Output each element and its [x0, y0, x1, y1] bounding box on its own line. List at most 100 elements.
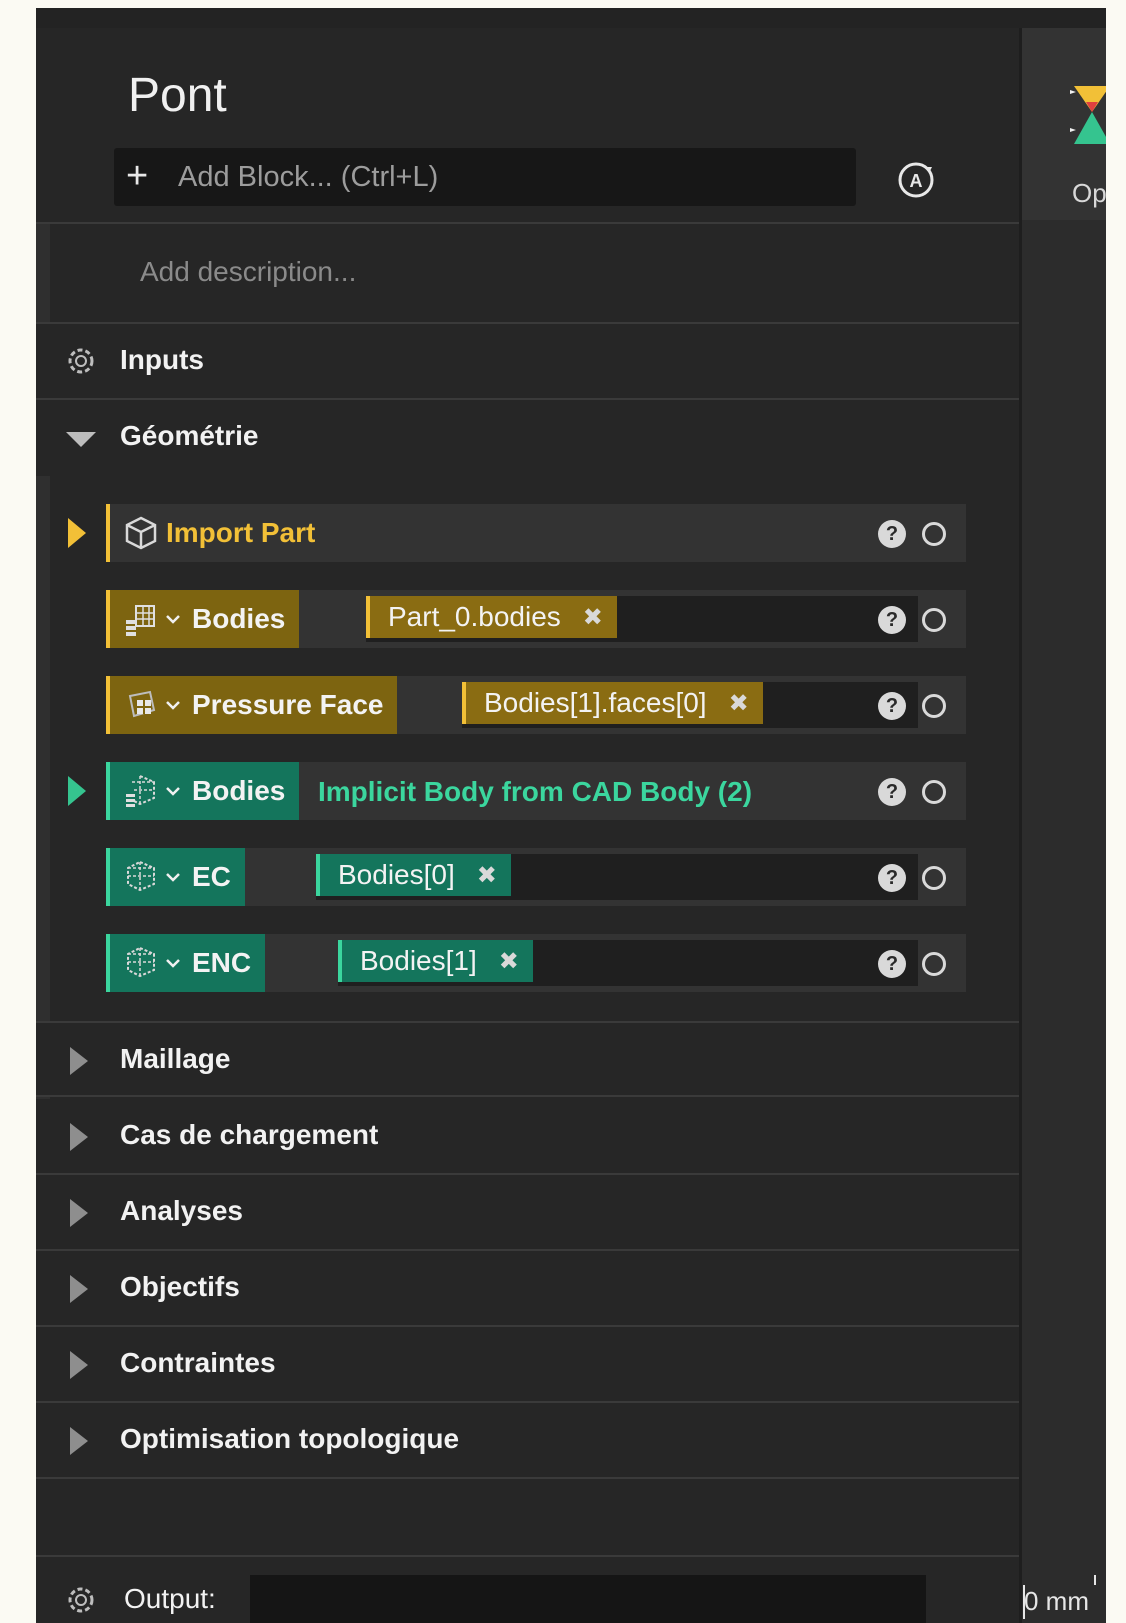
chevron-down-icon[interactable]	[166, 786, 180, 796]
close-icon[interactable]: ✖	[477, 861, 497, 890]
panel-header: Pont + A	[36, 28, 1019, 224]
play-icon[interactable]	[68, 518, 86, 548]
status-circle-icon[interactable]	[922, 608, 946, 632]
section-objectifs[interactable]: Objectifs	[36, 1251, 1019, 1327]
block-tag[interactable]: Import Part	[106, 504, 329, 562]
section-optimisation-topologique[interactable]: Optimisation topologique	[36, 1403, 1019, 1479]
help-icon[interactable]: ?	[878, 950, 906, 978]
chevron-down-icon[interactable]	[166, 614, 180, 624]
section-contraintes[interactable]: Contraintes	[36, 1327, 1019, 1403]
section-analyses[interactable]: Analyses	[36, 1175, 1019, 1251]
chevron-down-icon[interactable]	[166, 700, 180, 710]
section-label: Analyses	[120, 1195, 243, 1226]
chevron-right-icon	[70, 1123, 88, 1151]
block-tag[interactable]: EC	[106, 848, 245, 906]
status-circle-icon[interactable]	[922, 952, 946, 976]
section-label: Cas de chargement	[120, 1119, 379, 1150]
section-label: Inputs	[120, 344, 204, 375]
viewport-toolbar: Op	[1022, 28, 1106, 220]
chip-label: Bodies[0]	[338, 859, 455, 890]
app-window: Pont + A Add description... Inputs	[36, 8, 1106, 1623]
implicit-body-icon	[126, 775, 155, 807]
chevron-right-icon	[70, 1351, 88, 1379]
block-tag[interactable]: Bodies	[106, 762, 300, 820]
block-label: Bodies	[192, 775, 286, 806]
section-geometrie[interactable]: Géométrie	[36, 400, 1019, 476]
help-icon[interactable]: ?	[878, 692, 906, 720]
value-chip[interactable]: Bodies[1] ✖	[338, 940, 533, 982]
page-title: Pont	[128, 69, 227, 122]
face-icon	[128, 690, 156, 718]
chevron-right-icon	[70, 1427, 88, 1455]
status-circle-icon[interactable]	[922, 780, 946, 804]
chevron-down-icon[interactable]	[166, 872, 180, 882]
help-icon[interactable]: ?	[878, 606, 906, 634]
value-chip[interactable]: Part_0.bodies ✖	[366, 596, 617, 638]
chip-label: Part_0.bodies	[388, 601, 561, 632]
section-label: Optimisation topologique	[120, 1423, 460, 1454]
play-icon[interactable]	[68, 776, 86, 806]
scale-tick	[1094, 1575, 1096, 1585]
block-label: Import Part	[166, 517, 316, 548]
status-circle-icon[interactable]	[922, 694, 946, 718]
block-bodies-import[interactable]: Bodies Part_0.bodies ✖ ?	[106, 590, 966, 648]
block-label: EC	[192, 861, 231, 892]
status-circle-icon[interactable]	[922, 522, 946, 546]
block-label: Pressure Face	[192, 689, 384, 720]
block-bodies-implicit[interactable]: Bodies Implicit Body from CAD Body (2) ?	[68, 762, 966, 820]
block-enc[interactable]: ENC Bodies[1] ✖ ?	[106, 934, 966, 992]
section-maillage[interactable]: Maillage	[36, 1021, 1019, 1097]
help-icon[interactable]: ?	[878, 520, 906, 548]
block-tag[interactable]: Bodies	[106, 590, 300, 648]
svg-text:A: A	[910, 171, 923, 191]
output-field[interactable]	[250, 1575, 926, 1623]
block-tag[interactable]: ENC	[106, 934, 266, 992]
block-import-part[interactable]: Import Part ?	[68, 504, 966, 562]
viewport-pane[interactable]: Op 0 mm	[1019, 28, 1106, 1623]
plus-icon: +	[126, 155, 149, 197]
auto-a-icon[interactable]: A	[894, 158, 938, 202]
chevron-right-icon	[70, 1047, 88, 1075]
chip-label: Bodies[1].faces[0]	[484, 687, 707, 718]
output-label: Output:	[124, 1583, 216, 1614]
value-chip[interactable]: Bodies[0] ✖	[316, 854, 511, 896]
block-pressure-face[interactable]: Pressure Face Bodies[1].faces[0] ✖ ?	[106, 676, 966, 734]
add-block-search[interactable]: +	[114, 148, 856, 206]
section-label: Maillage	[120, 1043, 231, 1074]
chevron-down-icon	[66, 432, 96, 447]
chip-label: Bodies[1]	[360, 945, 477, 976]
viewport-tab-label[interactable]: Op	[1072, 178, 1106, 209]
implicit-body-icon	[127, 946, 155, 978]
status-circle-icon[interactable]	[922, 866, 946, 890]
block-subtitle: Implicit Body from CAD Body (2)	[318, 776, 753, 807]
output-bar: Output:	[36, 1555, 1019, 1623]
section-label: Contraintes	[120, 1347, 276, 1378]
gear-icon	[68, 348, 94, 374]
block-ec[interactable]: EC Bodies[0] ✖ ?	[106, 848, 966, 906]
cube-icon	[125, 516, 157, 550]
chevron-right-icon	[70, 1199, 88, 1227]
help-icon[interactable]: ?	[878, 864, 906, 892]
block-label: Bodies	[192, 603, 286, 634]
description-field[interactable]: Add description...	[36, 224, 1019, 324]
section-label: Objectifs	[120, 1271, 240, 1302]
block-tag[interactable]: Pressure Face	[106, 676, 398, 734]
help-icon[interactable]: ?	[878, 778, 906, 806]
close-icon[interactable]: ✖	[729, 689, 749, 718]
chevron-right-icon	[70, 1275, 88, 1303]
value-chip[interactable]: Bodies[1].faces[0] ✖	[462, 682, 763, 724]
scale-label: 0 mm	[1024, 1586, 1089, 1616]
add-block-input[interactable]	[178, 160, 838, 194]
optimize-logo-icon[interactable]	[1070, 72, 1106, 152]
bodies-icon	[126, 605, 155, 636]
description-placeholder: Add description...	[140, 256, 357, 287]
section-inputs[interactable]: Inputs	[36, 324, 1019, 400]
close-icon[interactable]: ✖	[499, 947, 519, 976]
close-icon[interactable]: ✖	[583, 603, 603, 632]
implicit-body-icon	[127, 860, 155, 892]
section-label: Géométrie	[120, 420, 259, 451]
block-label: ENC	[192, 947, 252, 978]
section-cas-de-chargement[interactable]: Cas de chargement	[36, 1099, 1019, 1175]
notebook-panel: Pont + A Add description... Inputs	[36, 28, 1019, 1623]
chevron-down-icon[interactable]	[166, 958, 180, 968]
